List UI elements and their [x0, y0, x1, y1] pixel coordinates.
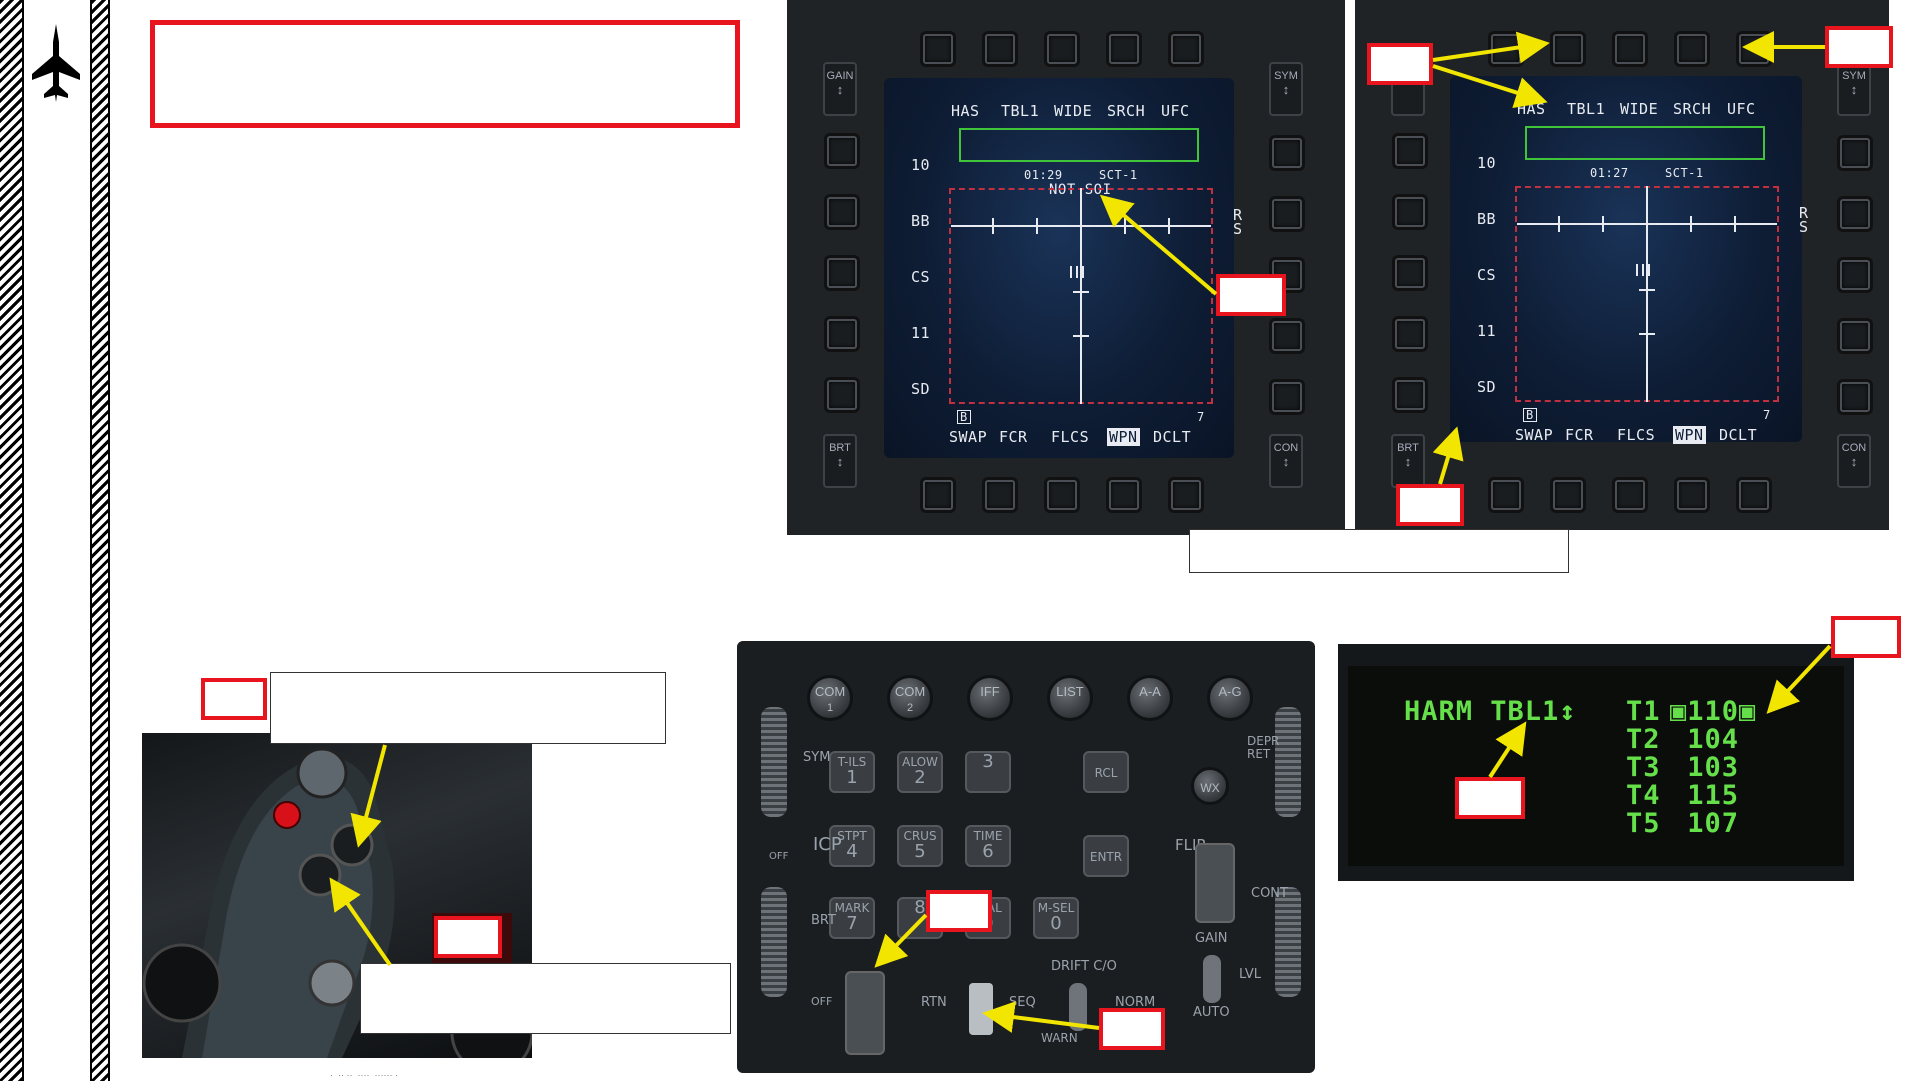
arrow-stick-top	[350, 744, 387, 848]
arrow-ded-t1	[1766, 644, 1832, 714]
arrow-stick-bottom	[329, 877, 392, 967]
arrow-overlay	[329, 31, 1832, 1033]
footer-strip: · ·· ·· ···· ······ ·	[330, 1070, 398, 1080]
arrow-not-soi	[1099, 194, 1218, 296]
arrow-tbl1-label	[1432, 64, 1548, 108]
arrow-tbl1-top	[1432, 31, 1550, 64]
arrow-swap	[1432, 426, 1464, 485]
arrow-icp-drift	[982, 1001, 1100, 1033]
arrow-ded-title	[1488, 721, 1527, 779]
arrow-icp-key	[874, 913, 928, 968]
